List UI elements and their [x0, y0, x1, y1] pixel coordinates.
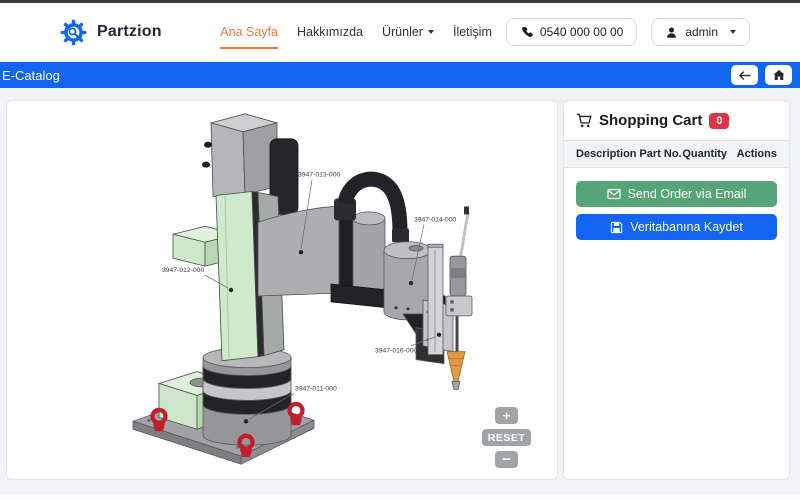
chevron-down-icon	[428, 30, 434, 34]
column-quantity: Quantity	[682, 148, 727, 160]
nav-item-home[interactable]: Ana Sayfa	[220, 25, 278, 39]
column-top-cap	[202, 114, 277, 197]
cart-header: Shopping Cart 0	[576, 112, 777, 129]
phone-number: 0540 000 00 00	[540, 25, 623, 39]
save-icon	[610, 221, 623, 234]
part-label: 3947-013-000	[298, 172, 340, 179]
nav-item-about[interactable]: Hakkımızda	[297, 25, 363, 39]
column-actions: Actions	[727, 148, 777, 160]
cart-table-header: Description Part No. Quantity Actions	[564, 140, 789, 168]
part-label: 3947-014-000	[414, 216, 456, 223]
cart-title: Shopping Cart	[599, 112, 702, 129]
arrow-left-icon	[738, 70, 751, 81]
robot-illustration[interactable]: 3947-013-000 3947-014-000 3947-012-000 3…	[7, 101, 557, 479]
user-menu-button[interactable]: admin	[651, 18, 750, 46]
cart-icon	[576, 113, 592, 128]
phone-icon	[520, 26, 533, 39]
column-description: Description	[576, 148, 639, 160]
home-icon	[773, 69, 785, 81]
main-nav: Ana Sayfa Hakkımızda Ürünler İletişim	[220, 25, 492, 39]
page-banner: E-Catalog	[0, 62, 800, 88]
main-content: 3947-013-000 3947-014-000 3947-012-000 3…	[0, 88, 800, 480]
save-to-database-button[interactable]: Veritabanına Kaydet	[576, 214, 777, 240]
brand[interactable]: Partzion	[60, 19, 162, 46]
zoom-reset-button[interactable]: RESET	[482, 429, 531, 446]
shopping-cart-panel: Shopping Cart 0 Description Part No. Qua…	[563, 100, 790, 480]
column-part-no: Part No.	[639, 148, 682, 160]
base-cylinder	[203, 348, 291, 445]
banner-buttons	[731, 65, 792, 85]
page-title: E-Catalog	[2, 68, 60, 83]
zoom-in-button[interactable]: +	[495, 407, 518, 424]
gear-search-logo-icon	[60, 19, 87, 46]
envelope-icon	[607, 188, 621, 200]
back-button[interactable]	[731, 65, 758, 85]
part-label: 3947-012-000	[162, 267, 204, 274]
send-order-email-button[interactable]: Send Order via Email	[576, 181, 777, 207]
arm-housing	[258, 206, 385, 296]
page-footer-area	[0, 494, 800, 500]
user-name: admin	[685, 25, 718, 39]
phone-button[interactable]: 0540 000 00 00	[506, 18, 637, 46]
page-background-gap	[0, 480, 800, 494]
part-label: 3947-016-000	[375, 348, 417, 355]
part-label: 3947-011-000	[295, 385, 337, 392]
catalog-viewer-panel: 3947-013-000 3947-014-000 3947-012-000 3…	[6, 100, 558, 480]
nav-item-contact[interactable]: İletişim	[453, 25, 492, 39]
chevron-down-icon	[730, 30, 736, 34]
nav-item-products[interactable]: Ürünler	[382, 25, 434, 39]
zoom-out-button[interactable]: −	[495, 451, 518, 468]
brand-name: Partzion	[97, 23, 162, 41]
navbar: Partzion Ana Sayfa Hakkımızda Ürünler İl…	[0, 3, 800, 62]
user-icon	[665, 26, 678, 39]
home-button[interactable]	[765, 65, 792, 85]
cart-count-badge: 0	[709, 113, 729, 129]
